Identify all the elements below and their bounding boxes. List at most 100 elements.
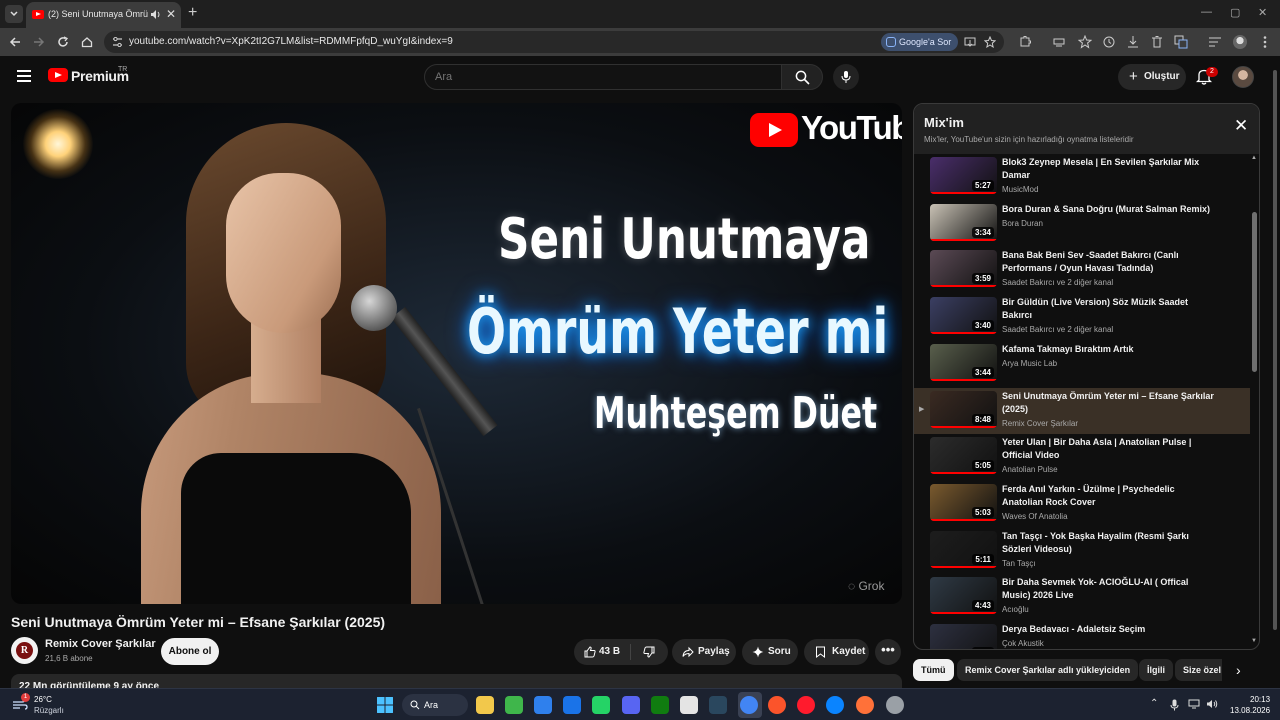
playlist-item-title[interactable]: Tan Taşçı - Yok Başka Hayalim (Resmi Şar…	[1002, 530, 1217, 556]
playlist-scrollbar[interactable]	[1252, 212, 1257, 372]
forward-button[interactable]	[31, 34, 47, 50]
store-icon[interactable]	[534, 696, 552, 714]
playlist-item[interactable]: 5:01 Derya Bedavacı - Adaletsiz Seçim Çok …	[914, 621, 1250, 649]
taskbar-search[interactable]: Ara	[402, 694, 468, 716]
microphone-tray-icon[interactable]	[1170, 699, 1179, 711]
download-icon[interactable]	[1126, 35, 1140, 49]
playlist-item[interactable]: 5:27 Blok3 Zeynep Mesela | En Sevilen Şar…	[914, 154, 1250, 200]
network-icon[interactable]	[1188, 699, 1200, 709]
playlist-item[interactable]: 5:03 Ferda Anıl Yarkın - Üzülme | Psyched…	[914, 481, 1250, 527]
playlist-item-title[interactable]: Ferda Anıl Yarkın - Üzülme | Psychedelic…	[1002, 483, 1217, 509]
youtube-logo-icon[interactable]	[48, 68, 68, 82]
subscribe-button[interactable]: Abone ol	[161, 638, 219, 665]
chrome-dev-icon[interactable]	[886, 696, 904, 714]
site-info-icon[interactable]	[112, 37, 123, 47]
speaker-icon[interactable]	[150, 9, 162, 20]
scroll-up-arrow-icon[interactable]: ▲	[1251, 155, 1257, 161]
reload-button[interactable]	[55, 34, 71, 50]
playlist-thumbnail[interactable]: 3:40	[930, 297, 997, 335]
brave-icon[interactable]	[768, 696, 786, 714]
opera-icon[interactable]	[797, 696, 815, 714]
maximize-button[interactable]: ▢	[1230, 6, 1240, 19]
windows-start-icon[interactable]	[376, 696, 394, 714]
trash-icon[interactable]	[1150, 35, 1164, 49]
channel-name[interactable]: Remix Cover Şarkılar	[45, 638, 156, 650]
playlist-thumbnail[interactable]: 4:43	[930, 577, 997, 615]
chrome-icon[interactable]	[740, 696, 758, 714]
page-scrollbar[interactable]	[1273, 70, 1277, 630]
playlist-item-title[interactable]: Kafama Takmayı Bıraktım Artık	[1002, 343, 1217, 356]
steam-icon[interactable]	[709, 696, 727, 714]
ask-button[interactable]: Soru	[742, 639, 798, 665]
translate-icon[interactable]	[1174, 35, 1188, 49]
video-player[interactable]: YouTube Seni Unutmaya Ömrüm Yeter mi Muh…	[11, 103, 902, 604]
playlist-thumbnail[interactable]: 5:27	[930, 157, 997, 194]
playlist-item-title[interactable]: Bir Güldün (Live Version) Söz Müzik Saad…	[1002, 296, 1217, 322]
playlist-item[interactable]: 3:40 Bir Güldün (Live Version) Söz Müzik …	[914, 294, 1250, 340]
filter-chip[interactable]: Tümü	[913, 659, 954, 681]
create-button[interactable]: + Oluştur	[1118, 64, 1186, 90]
volume-icon[interactable]	[1206, 699, 1218, 709]
scroll-down-arrow-icon[interactable]: ▼	[1251, 638, 1257, 644]
discord-icon[interactable]	[622, 696, 640, 714]
browser-tab[interactable]: (2) Seni Unutmaya Ömrüm ✕	[26, 2, 181, 28]
home-button[interactable]	[79, 34, 95, 50]
whatsapp-icon[interactable]	[592, 696, 610, 714]
playlist-item[interactable]: 4:43 Bir Daha Sevmek Yok- ACIOĞLU-AI ( Of…	[914, 574, 1250, 620]
playlist-item[interactable]: 3:34 Bora Duran & Sana Doğru (Murat Salma…	[914, 201, 1250, 247]
system-clock[interactable]: 20:13 13.08.2026	[1230, 694, 1270, 716]
more-actions-button[interactable]: •••	[875, 639, 901, 665]
channel-avatar[interactable]: R	[11, 637, 38, 664]
voice-search-button[interactable]	[833, 64, 859, 90]
chevron-right-icon[interactable]: ›	[1236, 662, 1241, 678]
search-button[interactable]	[781, 64, 823, 90]
playlist-item-title[interactable]: Blok3 Zeynep Mesela | En Sevilen Şarkıla…	[1002, 156, 1217, 182]
tab-close-icon[interactable]: ✕	[166, 8, 176, 20]
history-icon[interactable]	[1102, 35, 1116, 49]
file-explorer-icon[interactable]	[476, 696, 494, 714]
weather-description[interactable]: Rüzgarlı	[34, 706, 64, 715]
playlist-thumbnail[interactable]: 5:11	[930, 530, 997, 568]
close-window-button[interactable]: ✕	[1258, 6, 1267, 19]
vpn-icon[interactable]	[1052, 35, 1066, 49]
playlist-item-title[interactable]: Seni Unutmaya Ömrüm Yeter mi – Efsane Şa…	[1002, 390, 1217, 416]
playlist-item-title[interactable]: Bir Daha Sevmek Yok- ACIOĞLU-AI ( Offica…	[1002, 576, 1217, 602]
playlist-item[interactable]: 3:44 Kafama Takmayı Bıraktım Artık Arya Mu…	[914, 341, 1250, 387]
search-input[interactable]	[435, 71, 765, 83]
close-icon[interactable]: ✕	[1234, 117, 1248, 134]
playlist-item[interactable]: 5:11 Tan Taşçı - Yok Başka Hayalim (Resmi…	[914, 528, 1250, 574]
excel-icon[interactable]	[505, 696, 523, 714]
address-bar[interactable]: youtube.com/watch?v=XpK2tI2G7LM&list=RDM…	[104, 31, 1004, 53]
playlist-item-title[interactable]: Bora Duran & Sana Doğru (Murat Salman Re…	[1002, 203, 1217, 216]
install-app-icon[interactable]	[964, 36, 976, 48]
minimize-button[interactable]: —	[1201, 6, 1212, 18]
playlist-item[interactable]: ▶ 8:48 Seni Unutmaya Ömrüm Yeter mi – Efsa…	[914, 387, 1250, 434]
playlist-item-title[interactable]: Yeter Ulan | Bir Daha Asla | Anatolian P…	[1002, 436, 1217, 462]
bookmark-star-icon[interactable]	[984, 36, 996, 48]
filter-chip[interactable]: İlgili	[1139, 659, 1173, 681]
favorites-icon[interactable]	[1078, 35, 1092, 49]
save-button[interactable]: Kaydet	[804, 639, 869, 665]
tab-search-button[interactable]	[5, 5, 23, 23]
playlist-item[interactable]: 3:59 Bana Bak Beni Sev -Saadet Bakırcı (C…	[914, 247, 1250, 293]
playlist-item[interactable]: 5:05 Yeter Ulan | Bir Daha Asla | Anatoli…	[914, 434, 1250, 480]
dislike-button[interactable]	[631, 639, 668, 665]
playlist-item-title[interactable]: Derya Bedavacı - Adaletsiz Seçim	[1002, 623, 1217, 636]
playlist-thumbnail[interactable]: 5:03	[930, 483, 997, 521]
extensions-icon[interactable]	[1018, 35, 1032, 49]
profile-avatar[interactable]	[1233, 35, 1247, 49]
back-button[interactable]	[7, 34, 23, 50]
more-vert-icon[interactable]	[1258, 35, 1272, 49]
filter-chip[interactable]: Size özel	[1175, 659, 1222, 681]
playlist-thumbnail[interactable]: 5:05	[930, 437, 997, 475]
edge-icon[interactable]	[826, 696, 844, 714]
playlist-thumbnail[interactable]: 3:34	[930, 203, 997, 241]
account-avatar[interactable]	[1232, 66, 1254, 88]
playlist-thumbnail[interactable]: 3:59	[930, 250, 997, 288]
epic-games-icon[interactable]	[680, 696, 698, 714]
playlist-item-title[interactable]: Bana Bak Beni Sev -Saadet Bakırcı (Canlı…	[1002, 249, 1217, 275]
share-button[interactable]: Paylaş	[672, 639, 736, 665]
playlist-thumbnail[interactable]: 5:01	[930, 624, 997, 649]
weather-temperature[interactable]: 26°C	[34, 695, 52, 704]
google-ask-button[interactable]: Google'a Sor	[881, 33, 959, 51]
